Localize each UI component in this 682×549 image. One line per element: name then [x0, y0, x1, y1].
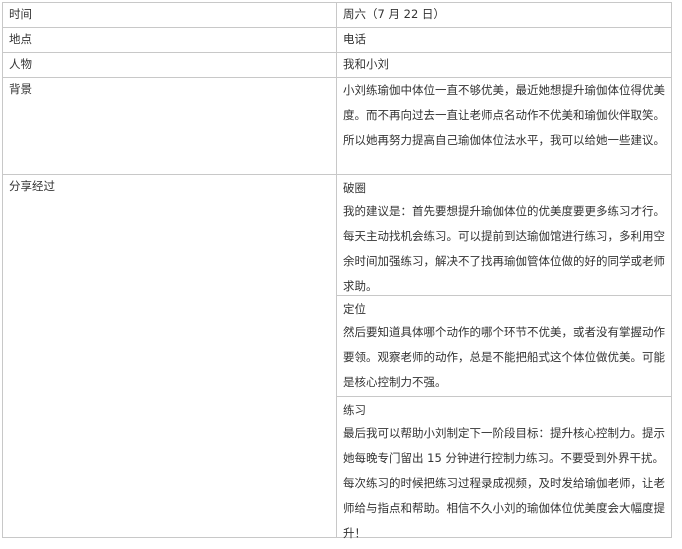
section-title: 破圈 [343, 181, 366, 195]
process-section-positioning: 定位 然后要知道具体哪个动作的哪个环节不优美，或者没有掌握动作要领。观察老师的动… [337, 295, 671, 396]
people-value: 我和小刘 [343, 57, 389, 71]
record-table: 时间 周六（7 月 22 日） 地点 电话 人物 我和小刘 背景 小刘练瑜伽中体… [2, 2, 672, 540]
place-label-cell: 地点 [2, 27, 337, 53]
place-label: 地点 [9, 32, 32, 46]
section-body: 然后要知道具体哪个动作的哪个环节不优美，或者没有掌握动作要领。观察老师的动作，总… [343, 325, 665, 389]
background-label-cell: 背景 [2, 77, 337, 175]
process-label: 分享经过 [9, 179, 55, 193]
time-label: 时间 [9, 7, 32, 21]
time-value: 周六（7 月 22 日） [343, 7, 445, 21]
people-label-cell: 人物 [2, 52, 337, 78]
section-body: 我的建议是：首先要想提升瑜伽体位的优美度要更多练习才行。每天主动找机会练习。可以… [343, 204, 665, 293]
time-value-cell: 周六（7 月 22 日） [336, 2, 672, 28]
section-title: 定位 [343, 302, 366, 316]
background-label: 背景 [9, 82, 32, 96]
process-section-practice: 练习 最后我可以帮助小刘制定下一阶段目标：提升核心控制力。提示她每晚专门留出 1… [337, 396, 671, 540]
process-label-cell: 分享经过 [2, 174, 337, 538]
time-label-cell: 时间 [2, 2, 337, 28]
table-row-people: 人物 我和小刘 [2, 52, 672, 78]
table-row-time: 时间 周六（7 月 22 日） [2, 2, 672, 28]
process-section-breakout: 破圈 我的建议是：首先要想提升瑜伽体位的优美度要更多练习才行。每天主动找机会练习… [337, 175, 671, 295]
table-row-process: 分享经过 破圈 我的建议是：首先要想提升瑜伽体位的优美度要更多练习才行。每天主动… [2, 174, 672, 540]
section-title: 练习 [343, 403, 366, 417]
background-value-cell: 小刘练瑜伽中体位一直不够优美，最近她想提升瑜伽体位得优美度。而不再向过去一直让老… [336, 77, 672, 175]
section-body: 最后我可以帮助小刘制定下一阶段目标：提升核心控制力。提示她每晚专门留出 15 分… [343, 426, 665, 540]
background-value: 小刘练瑜伽中体位一直不够优美，最近她想提升瑜伽体位得优美度。而不再向过去一直让老… [343, 83, 665, 147]
process-value-cell: 破圈 我的建议是：首先要想提升瑜伽体位的优美度要更多练习才行。每天主动找机会练习… [336, 174, 672, 540]
table-row-background: 背景 小刘练瑜伽中体位一直不够优美，最近她想提升瑜伽体位得优美度。而不再向过去一… [2, 77, 672, 175]
place-value-cell: 电话 [336, 27, 672, 53]
people-value-cell: 我和小刘 [336, 52, 672, 78]
place-value: 电话 [343, 32, 366, 46]
table-row-place: 地点 电话 [2, 27, 672, 53]
people-label: 人物 [9, 57, 32, 71]
